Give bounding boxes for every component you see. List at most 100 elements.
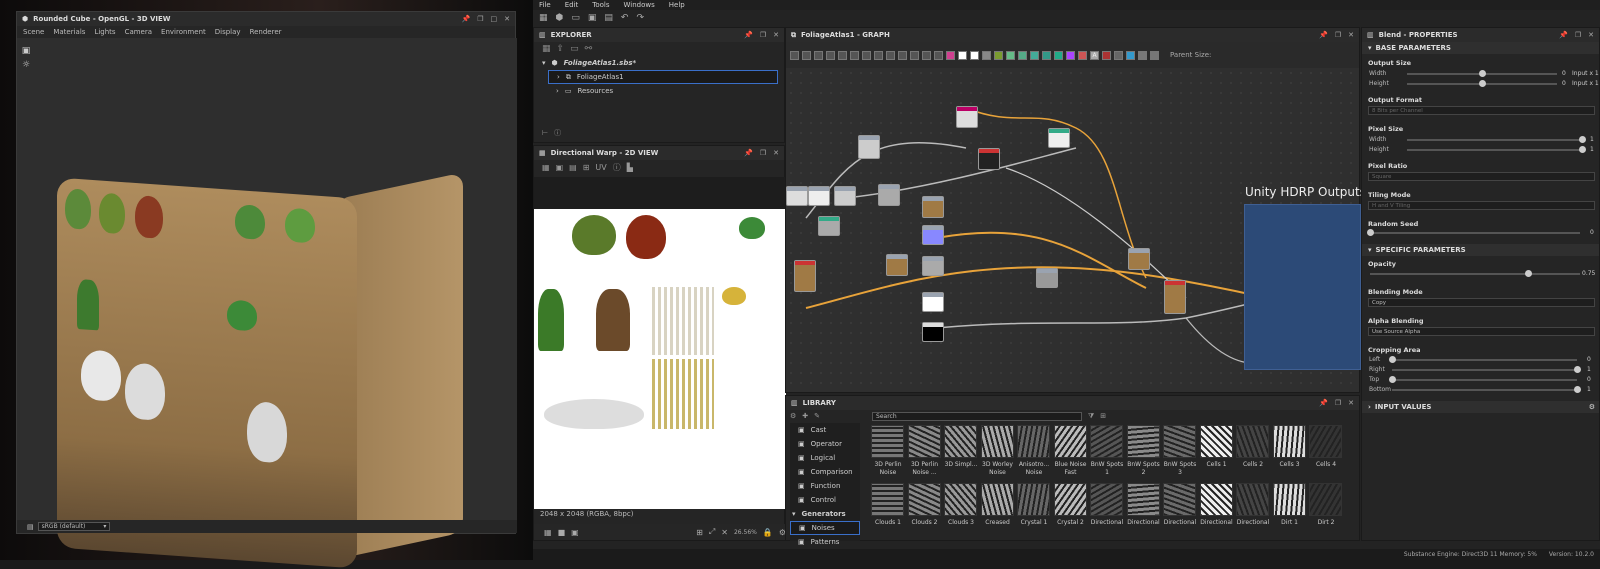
gradient-icon[interactable] [1078,50,1087,60]
menu-help[interactable]: Help [669,1,685,9]
menu-scene[interactable]: Scene [23,28,44,36]
pin-icon[interactable]: 📌 [1319,31,1328,39]
pixel-width-value[interactable]: 1 [1590,136,1594,143]
menu-display[interactable]: Display [215,28,241,36]
new-graph-icon[interactable]: ▦ [542,44,551,54]
maximize-icon[interactable]: □ [491,15,498,23]
text-icon[interactable]: A [1090,50,1099,60]
channels-icon[interactable]: ▦ [544,528,552,537]
float-icon[interactable]: ❐ [760,149,766,157]
curve-icon[interactable] [1006,50,1015,60]
crop-left-value[interactable]: 0 [1587,356,1591,363]
graph-node[interactable] [794,260,816,292]
category-operator[interactable]: ▣ Operator [790,437,860,451]
category-noises[interactable]: ▣ Noises [790,521,860,535]
output-width-value[interactable]: 0 [1562,70,1566,77]
pixel-width-slider[interactable] [1407,136,1586,143]
menu-tools[interactable]: Tools [592,1,609,9]
crop-bottom-value[interactable]: 1 [1587,386,1591,393]
menu-edit[interactable]: Edit [565,1,579,9]
output-width-slider[interactable] [1407,70,1557,77]
save-icon[interactable]: ▣ [588,13,597,23]
levels-icon[interactable] [1018,50,1027,60]
library-thumbnail[interactable] [1017,425,1050,458]
input-values-header[interactable]: › INPUT VALUES ⚙ [1362,401,1599,413]
graph-node[interactable] [878,184,900,206]
link-icon[interactable] [886,50,895,60]
add-icon[interactable]: ✚ [802,412,808,420]
close-icon[interactable]: ✕ [1348,31,1354,39]
folder-icon[interactable]: ▭ [570,44,579,54]
filter-icon[interactable]: ⚙ [790,412,796,420]
library-thumbnail[interactable] [1236,425,1269,458]
crop-top-slider[interactable] [1389,376,1577,383]
hierarchy-icon[interactable]: ⊢ [542,129,548,137]
library-thumbnail[interactable] [1053,425,1087,458]
menu-windows[interactable]: Windows [624,1,655,9]
fxmap-icon[interactable] [1102,50,1111,60]
graph-node[interactable] [1036,268,1058,288]
link-icon[interactable]: ⚯ [585,44,593,54]
info-icon[interactable]: ⓘ [554,128,561,138]
library-thumbnail[interactable] [1199,483,1233,516]
float-icon[interactable]: ❐ [760,31,766,39]
grid-icon[interactable]: ⊞ [583,163,590,172]
uv-toggle[interactable]: UV [595,163,606,172]
warp-icon[interactable] [1054,50,1063,60]
alpha-icon[interactable]: ■ [558,528,566,537]
library-thumbnail[interactable] [1272,425,1306,458]
graph-node[interactable] [978,148,1000,170]
new-icon[interactable]: ▦ [539,13,548,23]
chevron-right-icon[interactable]: › [556,87,559,95]
layers-icon[interactable]: ▤ [27,523,34,531]
graph-node[interactable] [922,196,944,218]
menu-renderer[interactable]: Renderer [250,28,282,36]
graph-node[interactable] [818,216,840,236]
random-seed-value[interactable]: 0 [1590,229,1594,236]
save-icon[interactable]: ▣ [556,163,564,172]
blending-mode-select[interactable]: Copy [1368,298,1595,307]
pin-icon[interactable]: 📌 [744,149,753,157]
pixel-ratio-select[interactable]: Square [1368,172,1595,181]
pin-icon[interactable]: 📌 [1559,31,1568,39]
crop-right-slider[interactable] [1392,366,1581,373]
category-comparison[interactable]: ▣ Comparison [790,465,860,479]
histogram-icon[interactable]: ▙ [627,163,633,172]
graph-node[interactable] [922,225,944,245]
pin-node-icon[interactable] [874,50,883,60]
value-processor-icon[interactable] [1126,50,1135,60]
pin-icon[interactable]: 📌 [744,31,753,39]
close-icon[interactable]: ✕ [773,149,779,157]
transform-icon[interactable] [1042,50,1051,60]
explorer-package-row[interactable]: ▾ ⬢ FoliageAtlas1.sbs* [534,56,784,70]
input-icon[interactable] [1138,50,1147,60]
graph-node[interactable] [922,256,944,276]
library-thumbnail[interactable] [944,483,977,516]
menu-file[interactable]: File [539,1,551,9]
menu-environment[interactable]: Environment [161,28,206,36]
edit-icon[interactable]: ✎ [814,412,820,420]
frame-icon[interactable] [790,50,799,60]
save-all-icon[interactable]: ▤ [604,13,613,23]
crop-right-value[interactable]: 1 [1587,366,1591,373]
category-cast[interactable]: ▣ Cast [790,423,860,437]
fit-icon[interactable]: ⤢ [709,527,715,537]
library-thumbnail[interactable] [871,425,904,458]
alpha-blending-select[interactable]: Use Source Alpha [1368,327,1595,336]
blend-icon[interactable] [982,50,991,60]
open-icon[interactable]: ▭ [571,13,580,23]
package-icon[interactable]: ⬢ [556,13,564,23]
category-generators[interactable]: ▾ Generators [790,507,860,521]
info-icon[interactable] [814,50,823,60]
snap-icon[interactable] [934,50,943,60]
atomic-node-icon[interactable] [946,50,955,60]
layout-icon[interactable] [838,50,847,60]
hsl-icon[interactable] [1030,50,1039,60]
close-icon[interactable]: ✕ [1348,399,1354,407]
tiling-icon[interactable]: ⊞ [696,528,703,537]
crop-top-value[interactable]: 0 [1587,376,1591,383]
pin-icon[interactable]: 📌 [1319,399,1328,407]
close-icon[interactable]: ✕ [773,31,779,39]
float-icon[interactable]: ❐ [1335,399,1341,407]
graph-node[interactable] [1128,248,1150,270]
